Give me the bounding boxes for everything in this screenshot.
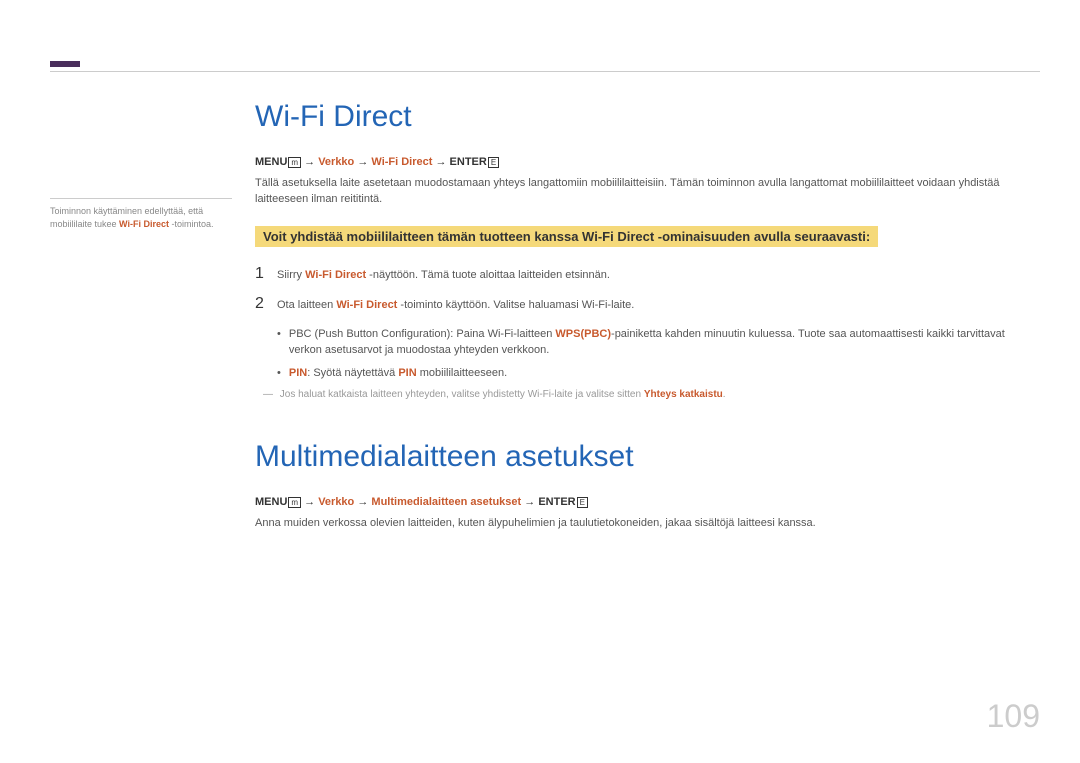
side-note: Toiminnon käyttäminen edellyttää, että m… — [50, 198, 232, 230]
enter-icon: E — [488, 157, 499, 168]
heading-wifi-direct: Wi-Fi Direct — [255, 100, 1040, 134]
arrow: → — [301, 496, 318, 508]
menu-icon: m — [288, 157, 301, 168]
accent-bar — [50, 61, 80, 67]
enter-icon: E — [577, 497, 588, 508]
t: PBC (Push Button Configuration): Paina W… — [289, 328, 556, 340]
enter-label: ENTER — [450, 156, 487, 168]
highlight-instruction: Voit yhdistää mobiililaitteen tämän tuot… — [255, 226, 878, 247]
t: : Syötä näytettävä — [307, 367, 398, 379]
menu-path-wifi: MENUm → Verkko → Wi-Fi Direct → ENTERE — [255, 156, 1040, 168]
intro-text-2: Anna muiden verkossa olevien laitteiden,… — [255, 516, 1040, 532]
t-bold: WPS(PBC) — [555, 328, 611, 340]
step-number: 1 — [255, 265, 277, 283]
arrow: → — [521, 496, 538, 508]
t: mobiililaitteeseen. — [417, 367, 508, 379]
footnote: ― Jos haluat katkaista laitteen yhteyden… — [263, 389, 1040, 400]
t: Ota laitteen — [277, 299, 336, 311]
t-bold: Wi-Fi Direct — [305, 269, 366, 281]
arrow: → — [301, 156, 318, 168]
page-number: 109 — [987, 698, 1040, 735]
main-content: Wi-Fi Direct MENUm → Verkko → Wi-Fi Dire… — [255, 100, 1040, 544]
menu-label: MENU — [255, 496, 287, 508]
bullet-pbc: PBC (Push Button Configuration): Paina W… — [277, 326, 1040, 359]
menu-path-multimedia: MENUm → Verkko → Multimedialaitteen aset… — [255, 496, 1040, 508]
step-text: Siirry Wi-Fi Direct -näyttöön. Tämä tuot… — [277, 267, 610, 284]
heading-multimedia: Multimedialaitteen asetukset — [255, 440, 1040, 474]
enter-label: ENTER — [538, 496, 575, 508]
section-multimedia: Multimedialaitteen asetukset MENUm → Ver… — [255, 440, 1040, 532]
bullet-pin: PIN: Syötä näytettävä PIN mobiililaittee… — [277, 365, 1040, 382]
menu-multimedia: Multimedialaitteen asetukset — [371, 496, 521, 508]
dash-icon: ― — [263, 389, 273, 400]
side-note-highlight: Wi-Fi Direct — [119, 219, 169, 229]
numbered-steps: 1 Siirry Wi-Fi Direct -näyttöön. Tämä tu… — [255, 265, 1040, 314]
step-2: 2 Ota laitteen Wi-Fi Direct -toiminto kä… — [255, 295, 1040, 314]
t: -näyttöön. Tämä tuote aloittaa laitteide… — [366, 269, 610, 281]
top-rule — [50, 71, 1040, 72]
step-1: 1 Siirry Wi-Fi Direct -näyttöön. Tämä tu… — [255, 265, 1040, 284]
menu-wifidirect: Wi-Fi Direct — [371, 156, 432, 168]
arrow: → — [354, 496, 371, 508]
t-bold: PIN — [398, 367, 416, 379]
t: Jos haluat katkaista laitteen yhteyden, … — [280, 389, 644, 400]
step-text: Ota laitteen Wi-Fi Direct -toiminto käyt… — [277, 297, 634, 314]
menu-verkko: Verkko — [318, 156, 354, 168]
step-number: 2 — [255, 295, 277, 313]
t-bold: Wi-Fi Direct — [336, 299, 397, 311]
t: Siirry — [277, 269, 305, 281]
menu-verkko: Verkko — [318, 496, 354, 508]
t: . — [723, 389, 726, 400]
menu-label: MENU — [255, 156, 287, 168]
t-bold: PIN — [289, 367, 307, 379]
t: -toiminto käyttöön. Valitse haluamasi Wi… — [397, 299, 634, 311]
arrow: → — [432, 156, 449, 168]
intro-text: Tällä asetuksella laite asetetaan muodos… — [255, 176, 1040, 208]
menu-icon: m — [288, 497, 301, 508]
arrow: → — [354, 156, 371, 168]
side-note-suffix: -toimintoa. — [169, 219, 214, 229]
t-bold: Yhteys katkaistu — [644, 389, 723, 400]
bullet-list: PBC (Push Button Configuration): Paina W… — [277, 326, 1040, 382]
